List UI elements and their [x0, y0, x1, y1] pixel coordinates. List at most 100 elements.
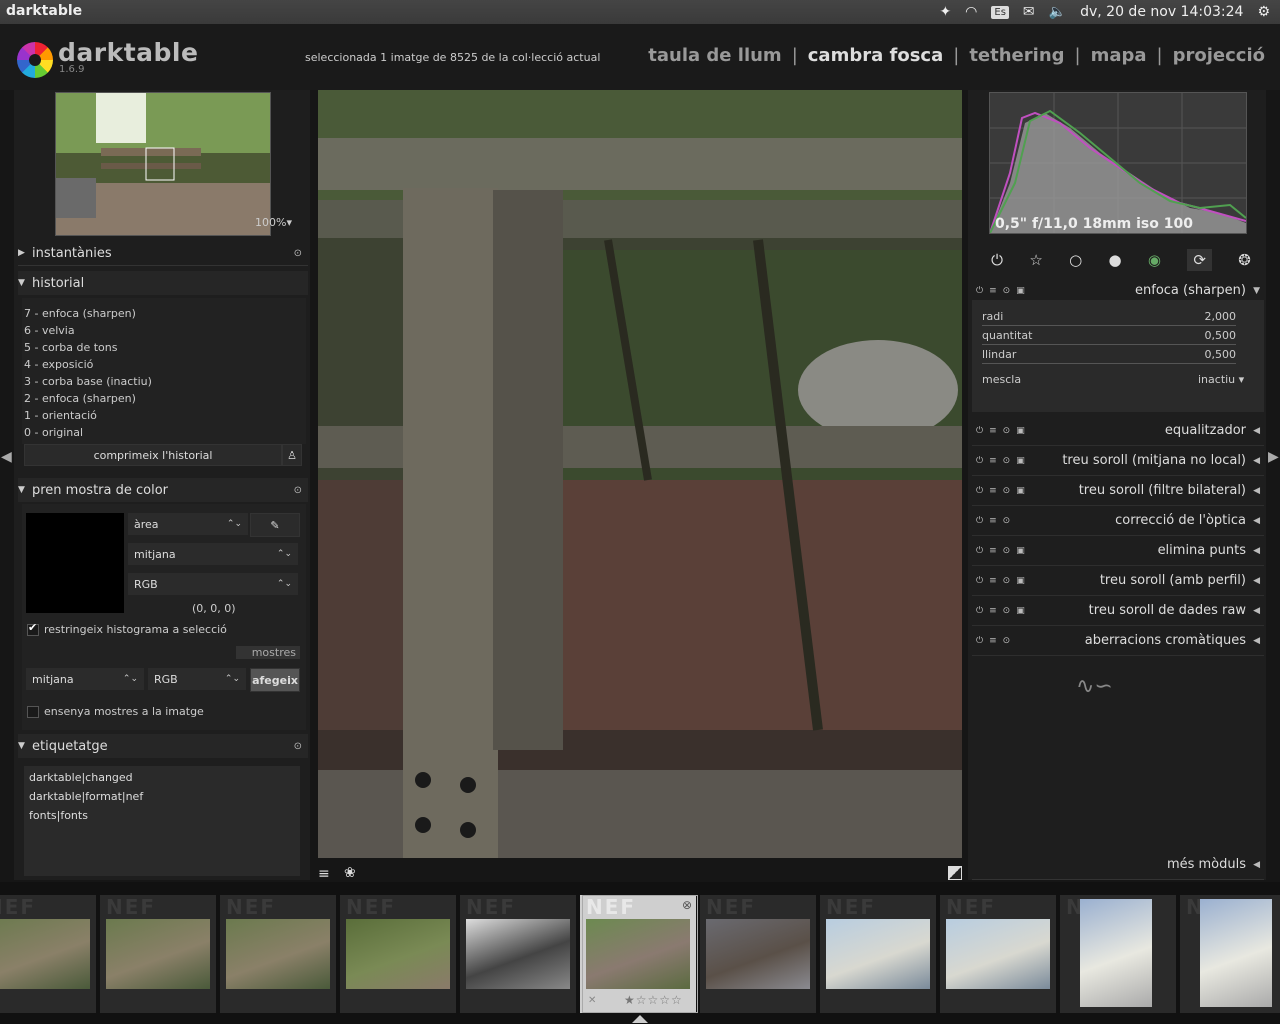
filmstrip-thumb[interactable]: NEF	[0, 895, 96, 1013]
effect-icon[interactable]: ❂	[1238, 251, 1251, 269]
filmstrip-thumb[interactable]: NEF	[820, 895, 936, 1013]
exif-info: 0,5" f/11,0 18mm iso 100	[995, 216, 1193, 232]
history-item[interactable]: 0 - original	[24, 424, 300, 441]
show-samples-checkbox[interactable]	[27, 706, 39, 718]
dropbox-icon[interactable]: ✦	[939, 4, 951, 20]
volume-icon[interactable]: 🔈	[1049, 4, 1066, 20]
module-controls-icons[interactable]: ⏻≡⊙▣	[976, 286, 1031, 296]
filmstrip-thumb[interactable]: NEF	[940, 895, 1056, 1013]
colorpicker-toggle-button[interactable]: ✎	[250, 513, 300, 537]
tag-item[interactable]: darktable|changed	[29, 768, 295, 787]
filmstrip-thumb[interactable]: NEF	[1180, 895, 1280, 1013]
module-controls-icons[interactable]: ⏻≡⊙▣	[976, 576, 1031, 586]
history-item[interactable]: 6 - velvia	[24, 322, 300, 339]
module-bilateral[interactable]: ⏻≡⊙▣ treu soroll (filtre bilateral) ◀	[972, 476, 1264, 506]
module-title: pren mostra de color	[32, 482, 169, 498]
center-image[interactable]	[318, 90, 962, 858]
tone-icon[interactable]: ●	[1109, 251, 1122, 269]
more-modules-header[interactable]: més mòduls ◀	[972, 850, 1264, 880]
reset-icon[interactable]: ⊙	[294, 485, 302, 496]
module-controls-icons[interactable]: ⏻≡⊙	[976, 636, 1016, 646]
restrict-histogram-checkbox[interactable]: ✔	[27, 621, 39, 636]
close-icon[interactable]: ⊗	[682, 898, 692, 912]
history-item[interactable]: 7 - enfoca (sharpen)	[24, 305, 300, 322]
view-slideshow[interactable]: projecció	[1173, 45, 1265, 66]
view-lighttable[interactable]: taula de llum	[648, 45, 781, 66]
left-panel-collapse-arrow[interactable]: ◀	[1, 449, 12, 465]
view-darkroom[interactable]: cambra fosca	[808, 45, 943, 66]
correct-icon[interactable]: ⟳	[1187, 249, 1212, 271]
filmstrip-thumb[interactable]: NEF	[220, 895, 336, 1013]
star-rating[interactable]: ★☆☆☆☆	[624, 993, 683, 1007]
module-raw-denoise[interactable]: ⏻≡⊙▣ treu soroll de dades raw ◀	[972, 596, 1264, 626]
expand-down-arrow-icon: ▼	[18, 485, 25, 495]
history-item[interactable]: 5 - corba de tons	[24, 339, 300, 356]
overexposed-toggle-icon[interactable]	[948, 866, 962, 880]
expand-down-arrow-icon: ▼	[1253, 285, 1260, 296]
remove-icon[interactable]: ✕	[588, 995, 596, 1006]
compress-history-button[interactable]: comprimeix l'historial	[24, 444, 282, 466]
module-snapshots-header[interactable]: ▶ instantànies ⊙	[18, 241, 308, 266]
clock[interactable]: dv, 20 de nov 14:03:24	[1080, 4, 1243, 20]
module-chromatic-aberrations[interactable]: ⏻≡⊙ aberracions cromàtiques ◀	[972, 626, 1264, 656]
reset-icon[interactable]: ⊙	[294, 248, 302, 259]
add-sample-button[interactable]: afegeix	[250, 668, 300, 692]
create-style-button[interactable]: ♙	[282, 444, 302, 466]
sample-statistic-select[interactable]: mitjana ⌃⌄	[26, 668, 144, 690]
picker-statistic-select[interactable]: mitjana ⌃⌄	[128, 543, 298, 565]
module-nlmeans[interactable]: ⏻≡⊙▣ treu soroll (mitjana no local) ◀	[972, 446, 1264, 476]
module-controls-icons[interactable]: ⏻≡⊙▣	[976, 486, 1031, 496]
navigation-thumbnail[interactable]	[55, 92, 271, 236]
histogram[interactable]	[989, 92, 1247, 234]
filmstrip-thumb[interactable]: NEF	[340, 895, 456, 1013]
module-title: etiquetatge	[32, 738, 108, 754]
view-map[interactable]: mapa	[1091, 45, 1147, 66]
module-equalizer[interactable]: ⏻≡⊙▣ equalitzador ◀	[972, 416, 1264, 446]
tag-item[interactable]: darktable|format|nef	[29, 787, 295, 806]
reset-icon[interactable]: ⊙	[294, 741, 302, 752]
module-profiled-denoise[interactable]: ⏻≡⊙▣ treu soroll (amb perfil) ◀	[972, 566, 1264, 596]
module-spot-removal[interactable]: ⏻≡⊙▣ elimina punts ◀	[972, 536, 1264, 566]
picker-colorspace-select[interactable]: RGB ⌃⌄	[128, 573, 298, 595]
amount-slider[interactable]: quantitat 0,500	[982, 327, 1236, 345]
blend-mode-select[interactable]: inactiu ▾	[1198, 373, 1244, 386]
styles-icon[interactable]: ❀	[344, 865, 356, 881]
history-item[interactable]: 1 - orientació	[24, 407, 300, 424]
circle-icon[interactable]: ○	[1069, 251, 1082, 269]
mail-icon[interactable]: ✉	[1023, 4, 1035, 20]
module-lens-correction[interactable]: ⏻≡⊙ correcció de l'òptica ◀	[972, 506, 1264, 536]
filmstrip-thumb[interactable]: NEF	[700, 895, 816, 1013]
color-icon[interactable]: ◉	[1148, 251, 1161, 269]
view-tethering[interactable]: tethering	[969, 45, 1064, 66]
module-history-header[interactable]: ▼ historial	[18, 271, 308, 295]
gear-icon[interactable]: ⚙	[1257, 4, 1270, 20]
sample-colorspace-select[interactable]: RGB ⌃⌄	[148, 668, 246, 690]
module-controls-icons[interactable]: ⏻≡⊙▣	[976, 456, 1031, 466]
bottom-panel-collapse-arrow[interactable]	[632, 1015, 648, 1023]
right-panel-collapse-arrow[interactable]: ▶	[1268, 449, 1279, 465]
module-controls-icons[interactable]: ⏻≡⊙	[976, 516, 1016, 526]
filmstrip-thumb[interactable]: NEF	[100, 895, 216, 1013]
threshold-slider[interactable]: llindar 0,500	[982, 346, 1236, 364]
power-icon[interactable]: ⏻	[991, 251, 1003, 269]
module-controls-icons[interactable]: ⏻≡⊙▣	[976, 426, 1031, 436]
zoom-level[interactable]: 100%▾	[255, 216, 292, 229]
thumb-image	[1080, 899, 1152, 1007]
keyboard-layout-indicator[interactable]: Es	[991, 5, 1009, 19]
history-item[interactable]: 2 - enfoca (sharpen)	[24, 390, 300, 407]
filmstrip-thumb[interactable]: NEF	[1060, 895, 1176, 1013]
history-item[interactable]: 4 - exposició	[24, 356, 300, 373]
module-colorpicker-header[interactable]: ▼ pren mostra de color ⊙	[18, 478, 308, 502]
radius-slider[interactable]: radi 2,000	[982, 308, 1236, 326]
tag-item[interactable]: fonts|fonts	[29, 806, 295, 825]
module-controls-icons[interactable]: ⏻≡⊙▣	[976, 606, 1031, 616]
module-controls-icons[interactable]: ⏻≡⊙▣	[976, 546, 1031, 556]
menu-icon[interactable]: ≡	[318, 866, 330, 882]
history-item[interactable]: 3 - corba base (inactiu)	[24, 373, 300, 390]
star-icon[interactable]: ☆	[1029, 251, 1042, 269]
module-tagging-header[interactable]: ▼ etiquetatge ⊙	[18, 734, 308, 758]
wifi-icon[interactable]: ◠	[965, 4, 977, 20]
picker-mode-select[interactable]: àrea ⌃⌄	[128, 513, 248, 535]
filmstrip-thumb[interactable]: NEF	[460, 895, 576, 1013]
thumb-image	[1200, 899, 1272, 1007]
